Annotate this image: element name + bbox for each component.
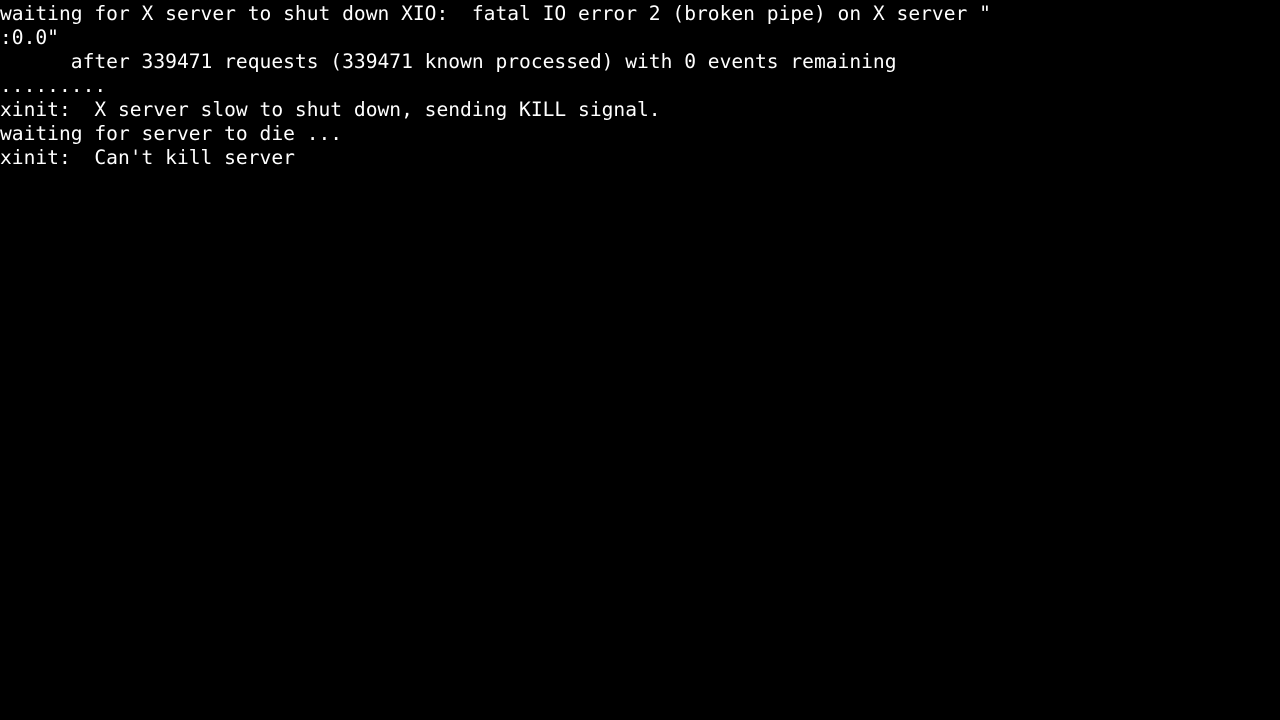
console-line-xinit-kill-signal: xinit: X server slow to shut down, sendi… <box>0 98 661 121</box>
console-line-xinit-cant-kill-server: xinit: Can't kill server <box>0 146 295 169</box>
console-line-progress-dots: ......... <box>0 74 107 97</box>
console-output: waiting for X server to shut down XIO: f… <box>0 0 1280 170</box>
console-screen[interactable]: waiting for X server to shut down XIO: f… <box>0 0 1280 720</box>
console-line-xio-request-count: after 339471 requests (339471 known proc… <box>0 50 897 73</box>
console-line-x-display-name: :0.0" <box>0 26 59 49</box>
console-line-waiting-for-server-to-die: waiting for server to die ... <box>0 122 343 145</box>
console-empty-region[interactable] <box>0 172 1280 720</box>
console-line-waiting-for-x-server-shutdown: waiting for X server to shut down XIO: f… <box>0 2 991 25</box>
